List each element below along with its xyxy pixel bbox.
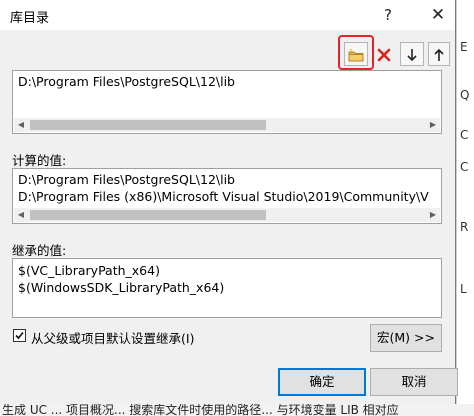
inherit-checkbox-label[interactable]: 从父级或项目默认设置继承(I)	[31, 328, 194, 347]
library-directories-dialog: 库目录 ? ✕ D:\Program Files\PostgreSQL\12\l…	[0, 0, 456, 404]
scroll-thumb[interactable]	[30, 210, 266, 220]
background-char: C	[460, 160, 469, 174]
help-button[interactable]: ?	[376, 4, 400, 26]
evaluated-line: D:\Program Files (x86)\Microsoft Visual …	[18, 189, 429, 204]
background-char: Q	[460, 88, 470, 102]
evaluated-scrollbar[interactable]: ◀ ▶	[14, 208, 440, 222]
inherited-line: $(VC_LibraryPath_x64)	[18, 263, 160, 278]
inherited-value-label: 继承的值:	[12, 243, 67, 258]
background-char: E	[460, 40, 468, 54]
macro-button[interactable]: 宏(M) >>	[370, 324, 442, 352]
background-char: C	[460, 128, 469, 142]
inherited-value-box: $(VC_LibraryPath_x64) $(WindowsSDK_Libra…	[12, 258, 442, 318]
directory-entry[interactable]: D:\Program Files\PostgreSQL\12\lib	[18, 74, 235, 89]
move-up-button[interactable]	[428, 42, 450, 66]
inherited-line: $(WindowsSDK_LibraryPath_x64)	[18, 280, 225, 295]
arrow-down-icon	[407, 48, 417, 61]
delete-button[interactable]	[372, 42, 396, 66]
red-x-icon	[377, 48, 391, 61]
background-window-edge: E Q C C R L	[456, 0, 474, 416]
inherit-checkbox[interactable]	[13, 329, 26, 342]
ok-button[interactable]: 确定	[278, 368, 366, 396]
background-bottom-text: 生成 UC ... 项目概况... 搜索库文件时使用的路径... 与环境变量 L…	[0, 404, 474, 416]
background-bottom-label: 生成 UC ... 项目概况... 搜索库文件时使用的路径... 与环境变量 L…	[2, 404, 399, 416]
scroll-right-icon[interactable]: ▶	[426, 118, 440, 132]
evaluated-value-box: D:\Program Files\PostgreSQL\12\lib D:\Pr…	[12, 168, 442, 224]
move-down-button[interactable]	[400, 42, 424, 66]
background-char: R	[460, 220, 469, 234]
scroll-thumb[interactable]	[30, 120, 266, 130]
close-button[interactable]: ✕	[426, 4, 450, 26]
arrow-up-icon	[434, 48, 444, 61]
directory-edit-box[interactable]: D:\Program Files\PostgreSQL\12\lib ◀ ▶	[12, 70, 442, 134]
cancel-button[interactable]: 取消	[370, 368, 458, 396]
scroll-left-icon[interactable]: ◀	[14, 118, 28, 132]
dialog-title: 库目录	[10, 11, 50, 26]
evaluated-line: D:\Program Files\PostgreSQL\12\lib	[18, 172, 235, 187]
new-line-highlight	[338, 35, 374, 70]
background-char: L	[460, 282, 467, 296]
scroll-left-icon[interactable]: ◀	[14, 208, 28, 222]
title-bar: 库目录 ? ✕	[0, 0, 455, 30]
edit-box-scrollbar[interactable]: ◀ ▶	[14, 118, 440, 132]
checkmark-icon	[15, 331, 24, 340]
evaluated-value-label: 计算的值:	[12, 153, 67, 168]
scroll-right-icon[interactable]: ▶	[426, 208, 440, 222]
